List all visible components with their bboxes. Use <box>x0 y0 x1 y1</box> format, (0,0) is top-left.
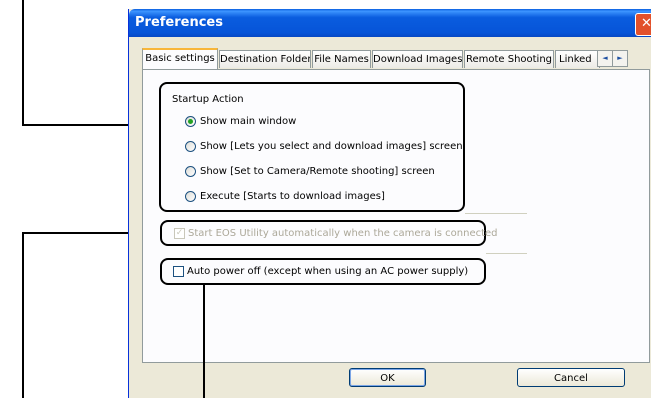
radio-unselected-icon[interactable] <box>185 140 196 152</box>
radio-unselected-icon[interactable] <box>185 190 196 202</box>
checkbox-unchecked-icon[interactable] <box>173 265 184 277</box>
tab-scroll-left-icon[interactable]: ◄ <box>597 50 613 67</box>
tab-scroll-right-icon[interactable]: ► <box>612 50 628 67</box>
tab-file-names[interactable]: File Names <box>312 50 371 68</box>
ok-button[interactable]: OK <box>349 368 426 387</box>
tab-remote-shooting[interactable]: Remote Shooting <box>464 50 554 68</box>
radio-label: Show main window <box>200 115 297 127</box>
checkbox-label: Auto power off (except when using an AC … <box>187 265 469 277</box>
checkbox-auto-power-off[interactable]: Auto power off (except when using an AC … <box>173 264 468 278</box>
tab-strip: Basic settings Destination Folder File N… <box>142 48 651 69</box>
checkbox-label: Start EOS Utility automatically when the… <box>188 227 498 239</box>
radio-label: Execute [Starts to download images] <box>200 190 385 202</box>
radio-label: Show [Lets you select and download image… <box>200 140 463 152</box>
checkbox-auto-start[interactable]: ✓ Start EOS Utility automatically when t… <box>174 226 498 240</box>
radio-execute-download[interactable]: Execute [Starts to download images] <box>185 189 385 203</box>
tab-download-images[interactable]: Download Images <box>372 50 463 68</box>
radio-unselected-icon[interactable] <box>185 165 196 177</box>
startup-action-title: Startup Action <box>172 94 244 105</box>
tab-linked[interactable]: Linked <box>555 50 600 68</box>
separator <box>465 213 527 214</box>
window-title: Preferences <box>135 15 223 30</box>
radio-selected-icon[interactable] <box>185 115 196 127</box>
callout-line-bottom-vertical <box>203 285 205 398</box>
tab-basic-settings[interactable]: Basic settings <box>142 48 218 69</box>
close-icon[interactable]: ✕ <box>635 13 651 36</box>
callout-line-top-vertical <box>22 0 24 126</box>
radio-show-select-download[interactable]: Show [Lets you select and download image… <box>185 139 463 153</box>
cancel-button[interactable]: Cancel <box>517 368 625 387</box>
radio-show-main-window[interactable]: Show main window <box>185 114 296 128</box>
radio-label: Show [Set to Camera/Remote shooting] scr… <box>200 165 435 177</box>
callout-line-middle-vertical <box>22 232 24 398</box>
checkbox-checked-disabled-icon[interactable]: ✓ <box>174 227 185 239</box>
radio-show-set-to-camera[interactable]: Show [Set to Camera/Remote shooting] scr… <box>185 164 435 178</box>
tab-destination-folder[interactable]: Destination Folder <box>219 50 311 68</box>
separator <box>486 253 527 254</box>
title-bar[interactable]: Preferences ✕ <box>129 9 651 37</box>
